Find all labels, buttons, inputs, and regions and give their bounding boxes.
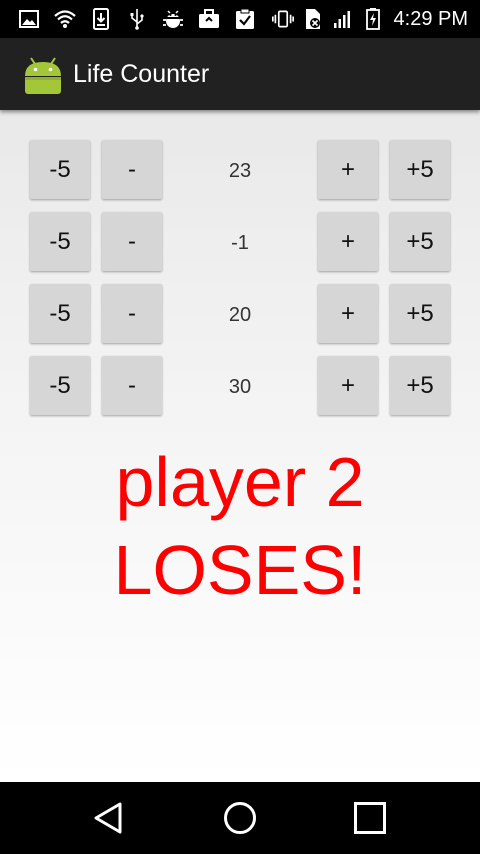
- player-row-2: -5 - -1 + +5: [0, 212, 480, 272]
- player-row-4: -5 - 30 + +5: [0, 356, 480, 416]
- player-1-minus-1-button[interactable]: -: [102, 140, 162, 199]
- player-2-minus-5-button[interactable]: -5: [30, 212, 90, 271]
- system-status-icons: 4:29 PM: [271, 0, 468, 38]
- wifi-icon: [54, 8, 76, 30]
- action-bar: Life Counter: [0, 38, 480, 110]
- loses-message-line-2: LOSES!: [113, 531, 367, 609]
- player-1-minus-5-button[interactable]: -5: [30, 140, 90, 199]
- player-3-plus-5-button[interactable]: +5: [390, 284, 450, 343]
- photo-icon: [18, 8, 40, 30]
- signal-icon: [332, 8, 354, 30]
- app-title: Life Counter: [73, 60, 210, 88]
- player-1-life: 23: [228, 160, 252, 182]
- vibrate-icon: [271, 8, 294, 30]
- loses-message: player 2 LOSES!: [0, 438, 480, 614]
- no-sim-icon: [302, 8, 324, 30]
- usb-icon: [126, 8, 148, 30]
- back-icon[interactable]: [90, 800, 126, 836]
- android-debug-icon: [162, 8, 184, 30]
- player-row-1: -5 - 23 + +5: [0, 140, 480, 200]
- download-icon: [90, 8, 112, 30]
- player-3-plus-1-button[interactable]: +: [318, 284, 378, 343]
- player-3-minus-1-button[interactable]: -: [102, 284, 162, 343]
- home-icon[interactable]: [222, 800, 258, 836]
- player-4-plus-5-button[interactable]: +5: [390, 356, 450, 415]
- android-icon: [22, 54, 64, 96]
- player-2-life: -1: [231, 232, 249, 254]
- player-4-plus-1-button[interactable]: +: [318, 356, 378, 415]
- briefcase-icon: [198, 8, 220, 30]
- player-3-life: 20: [228, 304, 252, 326]
- player-4-minus-5-button[interactable]: -5: [30, 356, 90, 415]
- content-area: -5 - 23 + +5 -5 - -1 + +5 -5 - 20 + +5 -…: [0, 110, 480, 782]
- battery-charging-icon: [362, 8, 384, 30]
- player-2-minus-1-button[interactable]: -: [102, 212, 162, 271]
- status-bar: 4:29 PM: [0, 0, 480, 38]
- player-4-life: 30: [228, 376, 252, 398]
- player-1-plus-1-button[interactable]: +: [318, 140, 378, 199]
- player-2-plus-5-button[interactable]: +5: [390, 212, 450, 271]
- player-2-plus-1-button[interactable]: +: [318, 212, 378, 271]
- player-4-minus-1-button[interactable]: -: [102, 356, 162, 415]
- player-1-plus-5-button[interactable]: +5: [390, 140, 450, 199]
- clock: 4:29 PM: [393, 7, 468, 30]
- notification-icons: [18, 0, 256, 38]
- navigation-bar: [0, 782, 480, 854]
- recents-icon[interactable]: [352, 800, 388, 836]
- clipboard-check-icon: [234, 8, 256, 30]
- loses-message-line-1: player 2: [115, 443, 365, 521]
- player-3-minus-5-button[interactable]: -5: [30, 284, 90, 343]
- player-row-3: -5 - 20 + +5: [0, 284, 480, 344]
